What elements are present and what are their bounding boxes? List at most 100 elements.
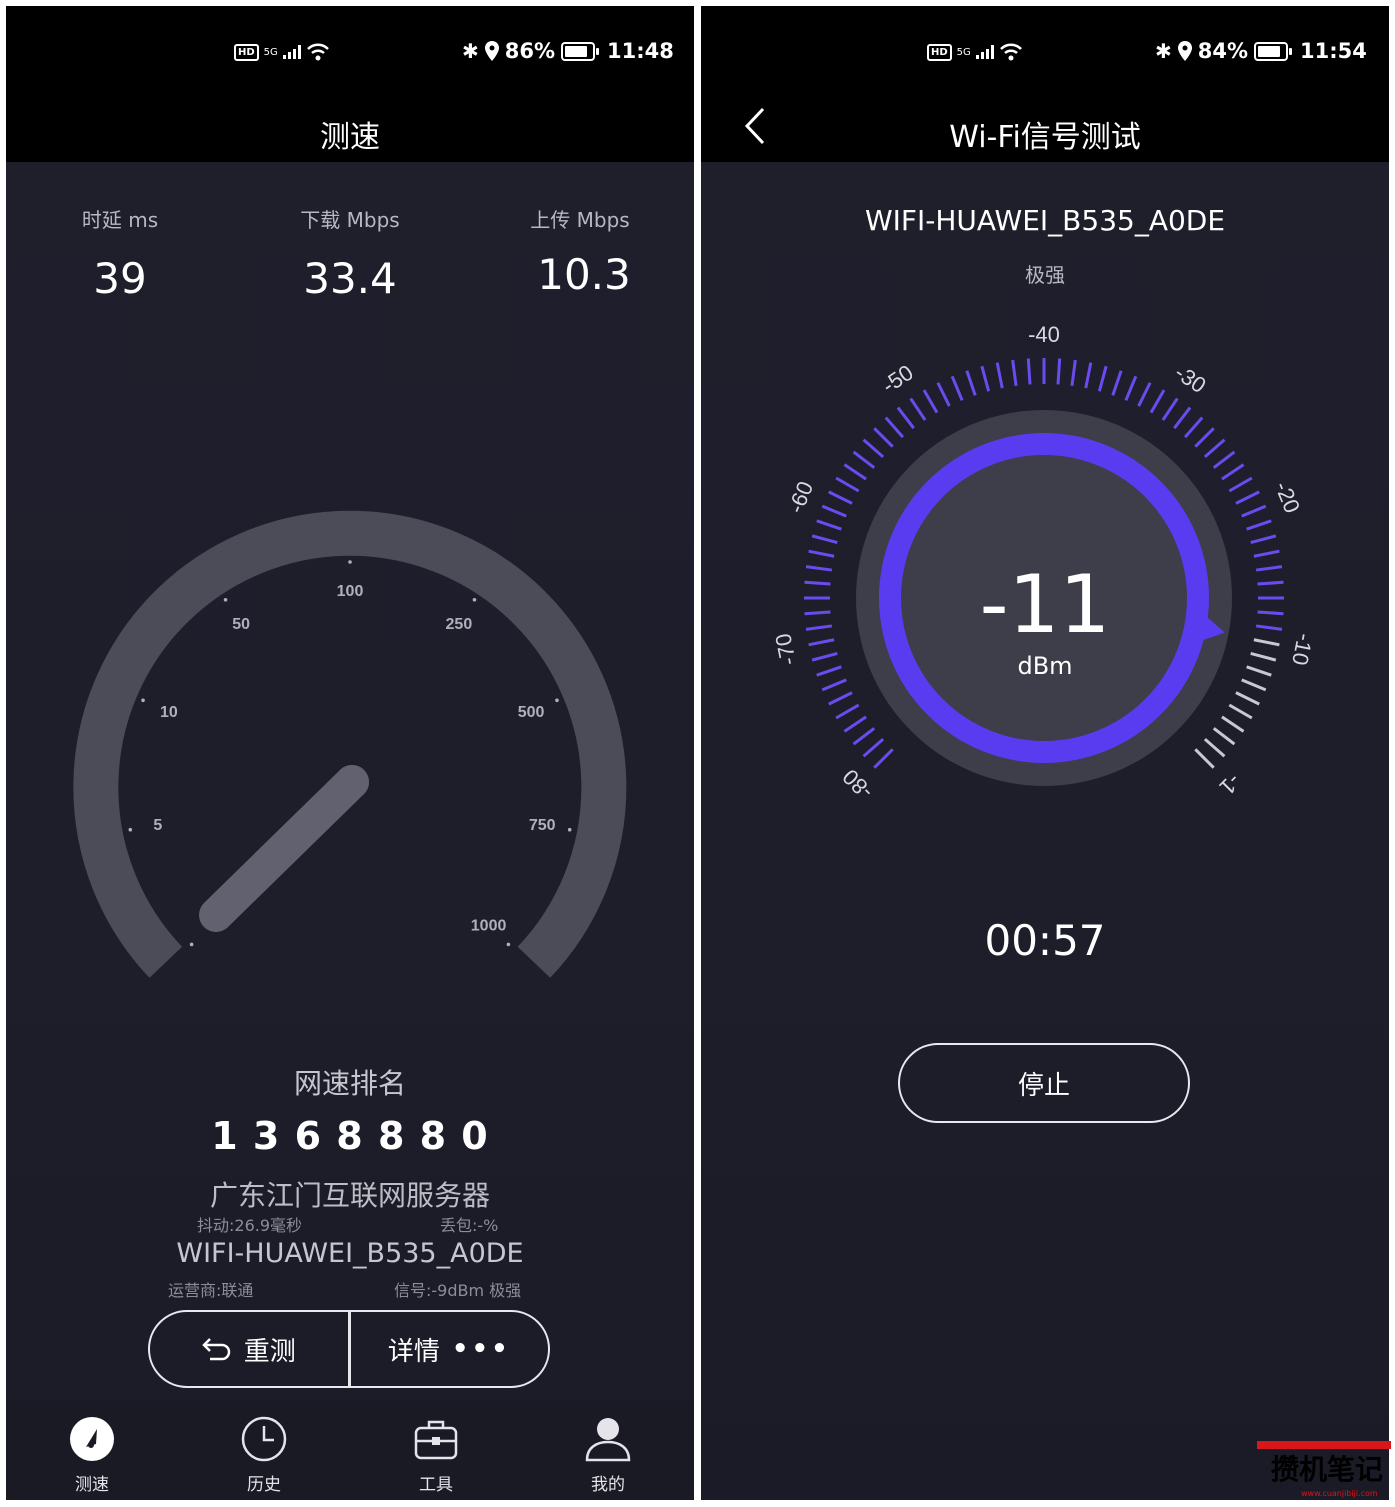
gauge-tick [862, 438, 885, 459]
gauge-tick-label: 500 [518, 704, 545, 721]
gauge-tick [980, 365, 991, 392]
nav-profile[interactable]: 我的 [558, 1416, 658, 1495]
gauge-tick [1161, 397, 1179, 421]
gauge-tick-dot [567, 827, 572, 832]
gauge-tick [1246, 519, 1272, 531]
gauge-tick [1124, 375, 1138, 401]
upload-label: 上传 Mbps [530, 208, 630, 232]
gauge-tick [1194, 748, 1215, 769]
gauge-tick [896, 406, 915, 430]
clock-time: 11:54 [1300, 39, 1367, 63]
gauge-tick [828, 490, 853, 505]
speed-gauge: 0510501002505007501000 [73, 510, 627, 978]
gauge-tick [873, 427, 894, 448]
gauge-tick-label: 1000 [471, 918, 507, 935]
gauge-tick [1241, 678, 1267, 692]
battery-percent: 86% [504, 39, 556, 63]
page-title: 测速 [320, 120, 380, 155]
nav-tools[interactable]: 工具 [386, 1416, 486, 1495]
status-bar: HD 5G ✱ 84% 11:54 [701, 6, 1389, 100]
action-buttons: 重测 详情 ••• [148, 1310, 550, 1388]
download-value: 33.4 [303, 254, 397, 303]
gauge-tick-label: 50 [232, 616, 250, 633]
gauge-tick [1097, 365, 1108, 392]
gauge-tick-label: 100 [337, 583, 364, 600]
gauge-tick [965, 370, 977, 396]
gauge-label: -1 [1215, 769, 1247, 801]
gauge-label: -40 [1028, 322, 1060, 347]
gauge-tick [950, 375, 964, 401]
network-status: HD 5G [234, 42, 330, 62]
upload-value: 10.3 [537, 250, 631, 299]
gauge-ticks: 0510501002505007501000 [128, 560, 572, 947]
gauge-tick [884, 416, 905, 439]
rank-label: 网速排名 [293, 1067, 406, 1100]
details-button[interactable]: 详情 ••• [351, 1312, 549, 1386]
gauge-tick [1026, 358, 1032, 385]
gauge-tick-dot [348, 560, 352, 564]
gauge-tick [843, 463, 867, 481]
gauge-tick-label: 10 [160, 704, 178, 721]
gauge-tick [816, 519, 842, 531]
bluetooth-icon: ✱ [462, 39, 479, 63]
location-icon [1177, 41, 1192, 61]
gauge-tick-dot [128, 827, 133, 832]
wifi-signal-screen: HD 5G ✱ 84% 11:54 Wi-Fi信号测试 WIFI-HUAWEI_… [701, 6, 1389, 1500]
nav-speedtest[interactable]: 测速 [42, 1416, 142, 1495]
gauge-tick [1203, 438, 1226, 459]
battery-percent: 84% [1197, 39, 1249, 63]
latency-label: 时延 ms [81, 208, 159, 232]
gauge-tick [1250, 534, 1277, 545]
gauge-tick [1212, 727, 1236, 746]
gauge-tick [1241, 504, 1267, 518]
user-icon [585, 1418, 631, 1462]
wifi-ssid: WIFI-HUAWEI_B535_A0DE [176, 1238, 524, 1269]
test-timer: 00:57 [984, 916, 1106, 965]
gauge-tick-dot [472, 597, 477, 602]
gauge-tick [862, 737, 885, 758]
gauge-tick [1173, 406, 1192, 430]
gauge-tick [922, 389, 939, 414]
gauge-tick [1194, 427, 1215, 448]
hd-icon: HD [927, 43, 952, 61]
gauge-tick [835, 703, 860, 720]
gauge-tick [835, 476, 860, 493]
toolbox-icon [414, 1420, 458, 1460]
wifi-ssid: WIFI-HUAWEI_B535_A0DE [864, 204, 1226, 237]
retest-button[interactable]: 重测 [150, 1312, 348, 1386]
gauge-tick [1149, 389, 1166, 414]
carrier-text: 运营商:联通 [168, 1281, 254, 1300]
wifi-icon [999, 43, 1022, 61]
gauge-tick [1183, 416, 1204, 439]
stop-button[interactable]: 停止 [898, 1043, 1190, 1123]
signal-unit: dBm [1017, 652, 1073, 680]
gauge-tick [1011, 359, 1018, 387]
wifi-icon [306, 43, 329, 61]
nav-history[interactable]: 历史 [214, 1416, 314, 1495]
clock-icon [241, 1416, 287, 1462]
gauge-needle [199, 765, 369, 932]
latency-value: 39 [93, 254, 147, 303]
gauge-tick [843, 715, 867, 733]
gauge-tick [1228, 703, 1253, 720]
gauge-label: -30 [1170, 360, 1210, 398]
details-label: 详情 [387, 1336, 440, 1367]
gauge-tick [821, 504, 847, 518]
bottom-nav: 测速 历史 工具 我的 [6, 1400, 694, 1500]
gauge-tick [828, 691, 853, 706]
nav-label-speedtest: 测速 [75, 1475, 109, 1495]
network-status: HD 5G [927, 42, 1023, 62]
gauge-tick [811, 534, 838, 545]
network-type: 5G [263, 46, 278, 58]
clock-time: 11:48 [607, 39, 674, 63]
speedometer-icon [70, 1417, 114, 1461]
gauge-tick-label: 250 [446, 616, 473, 633]
bluetooth-icon: ✱ [1155, 39, 1172, 63]
gauge-tick [1084, 362, 1093, 389]
speedtest-screen: HD 5G ✱ 86% 11:48 测速 时延 ms 39 下载 Mbps 33… [6, 6, 694, 1500]
page-title: Wi-Fi信号测试 [949, 120, 1141, 155]
nav-label-tools: 工具 [419, 1475, 453, 1495]
gauge-tick [873, 748, 894, 769]
gauge-tick [995, 362, 1004, 389]
gauge-tick-dot [223, 597, 228, 602]
